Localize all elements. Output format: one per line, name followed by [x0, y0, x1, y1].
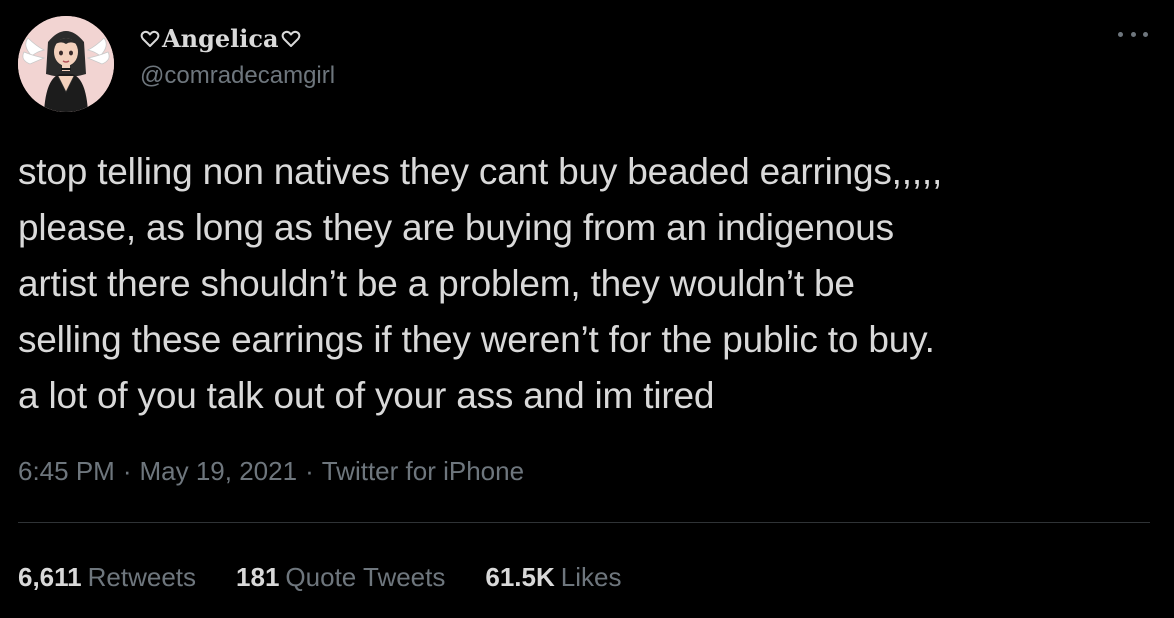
tweet-date[interactable]: May 19, 2021	[140, 456, 298, 486]
retweets-count: 6,611	[18, 562, 82, 592]
tweet-meta: 6:45 PM · May 19, 2021 · Twitter for iPhone	[18, 456, 524, 487]
quote-tweets-label: Quote Tweets	[285, 562, 446, 592]
tweet-card: Angelica @comradecamgirl stop telling no…	[0, 0, 1174, 618]
divider	[18, 522, 1150, 523]
avatar-icon	[18, 16, 114, 112]
likes-stat[interactable]: 61.5K Likes	[485, 562, 621, 593]
display-name-text: Angelica	[162, 24, 279, 53]
display-name[interactable]: Angelica	[140, 24, 301, 53]
ellipsis-dot	[1143, 31, 1148, 37]
likes-label: Likes	[560, 562, 622, 592]
tweet-time[interactable]: 6:45 PM	[18, 456, 115, 486]
user-handle[interactable]: @comradecamgirl	[140, 62, 335, 90]
tweet-line: stop telling non natives they cant buy b…	[18, 151, 943, 192]
retweets-stat[interactable]: 6,611 Retweets	[18, 562, 196, 593]
tweet-line: a lot of you talk out of your ass and im…	[18, 375, 715, 416]
tweet-line: selling these earrings if they weren’t f…	[18, 319, 935, 360]
retweets-label: Retweets	[87, 562, 197, 592]
avatar[interactable]	[18, 16, 114, 112]
quote-tweets-count: 181	[236, 562, 280, 592]
quote-tweets-stat[interactable]: 181 Quote Tweets	[236, 562, 445, 593]
meta-separator: ·	[305, 456, 314, 486]
tweet-source[interactable]: Twitter for iPhone	[322, 456, 524, 486]
ellipsis-dot	[1130, 31, 1136, 37]
meta-separator: ·	[122, 456, 132, 486]
likes-count: 61.5K	[485, 562, 555, 592]
heart-outline-icon	[140, 29, 160, 49]
tweet-line: please, as long as they are buying from …	[18, 207, 894, 248]
ellipsis-icon[interactable]	[1118, 22, 1148, 46]
tweet-line: artist there shouldn’t be a problem, the…	[18, 263, 855, 304]
ellipsis-dot	[1118, 31, 1123, 37]
tweet-text: stop telling non natives they cant buy b…	[18, 144, 1158, 424]
heart-outline-icon	[281, 29, 301, 49]
tweet-stats: 6,611 Retweets 181 Quote Tweets 61.5K Likes	[18, 562, 661, 593]
